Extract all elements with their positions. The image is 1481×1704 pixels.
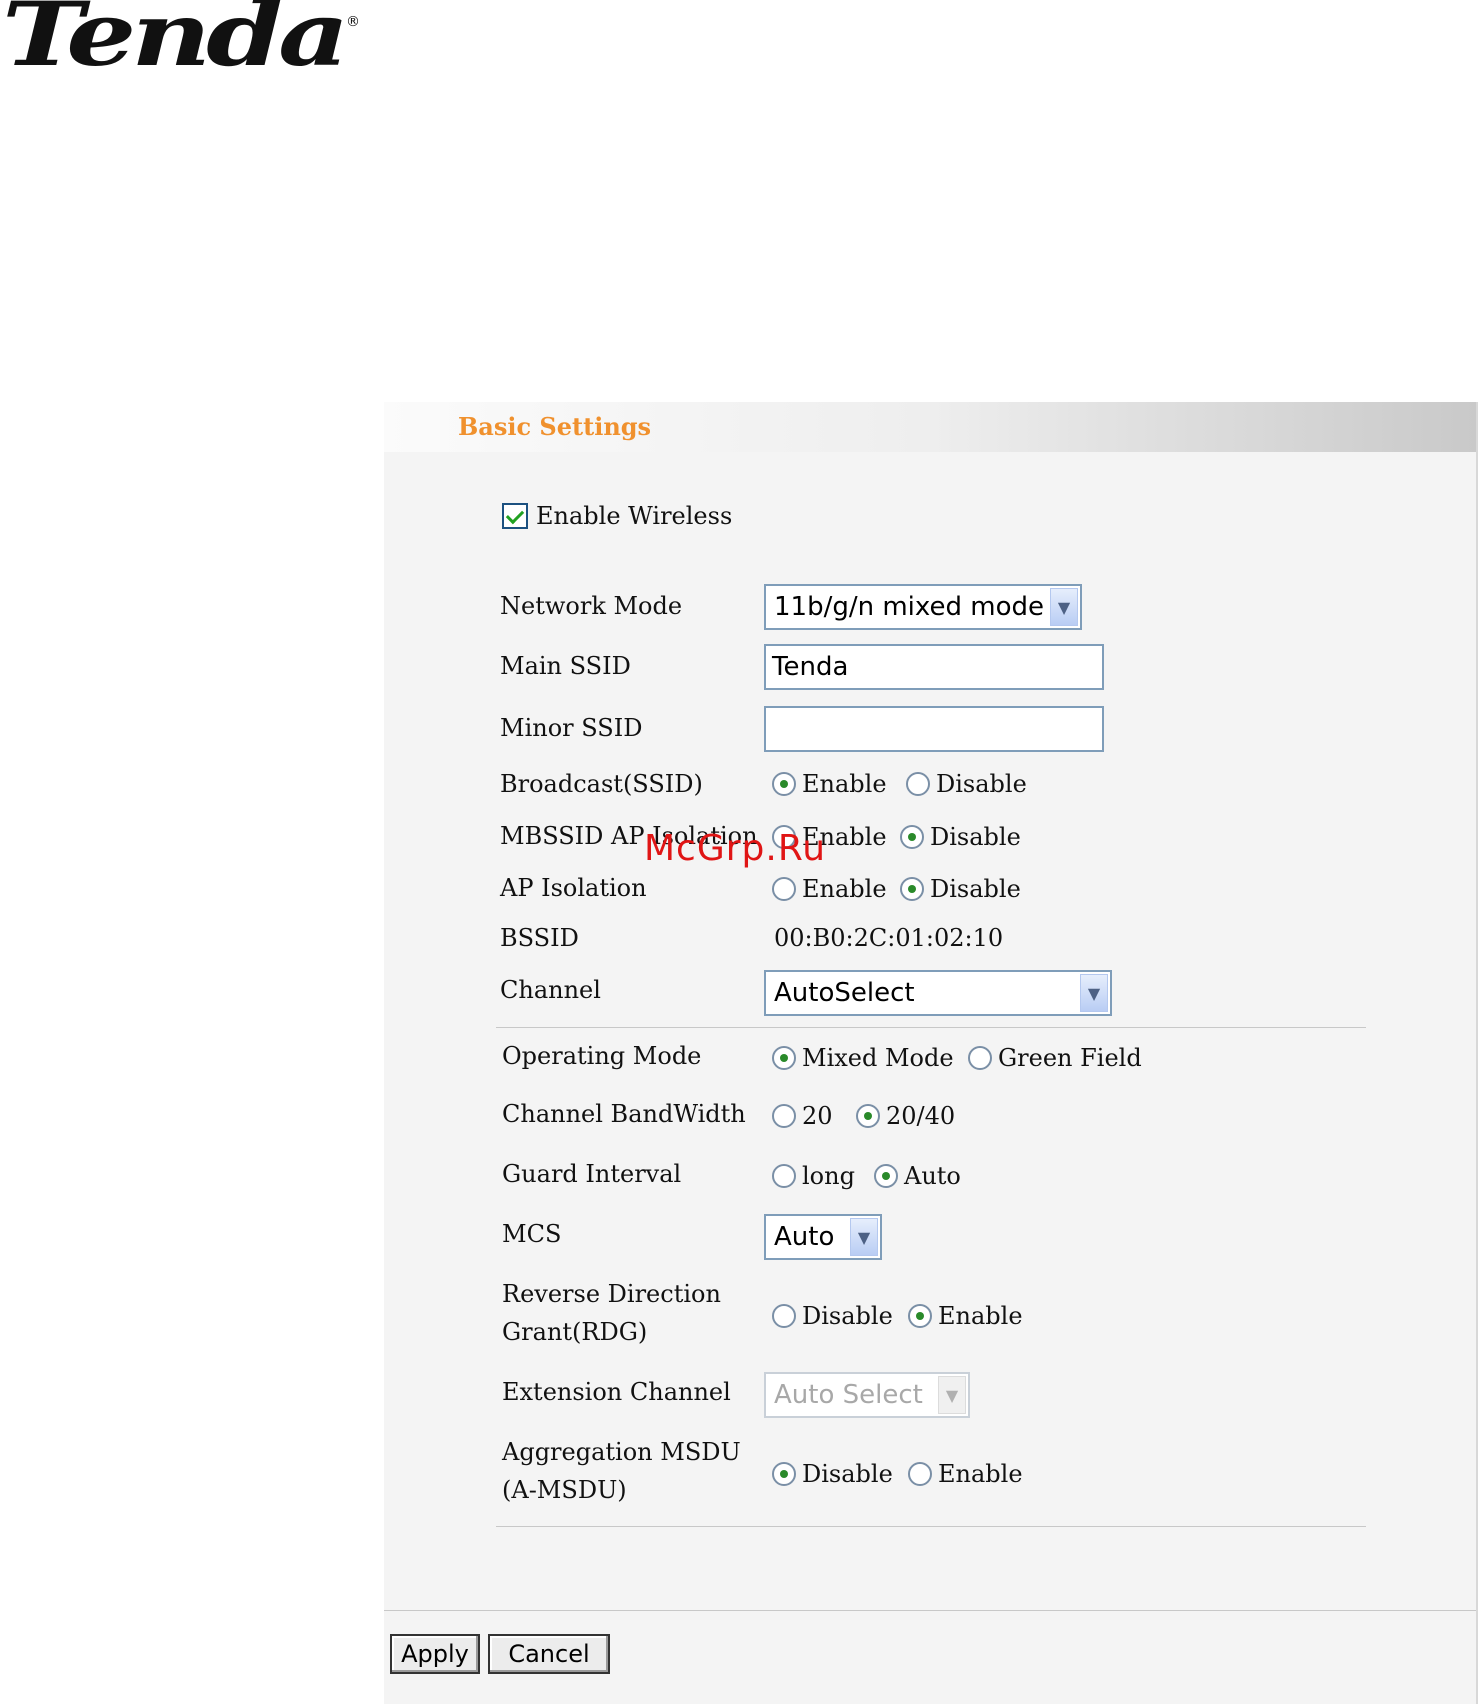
radio-unselected-icon[interactable] xyxy=(772,1304,796,1328)
option-label: Disable xyxy=(936,770,1027,798)
radio-unselected-icon[interactable] xyxy=(968,1046,992,1070)
chevron-down-icon: ▼ xyxy=(938,1376,966,1414)
option-label: long xyxy=(802,1162,855,1190)
bssid-value: 00:B0:2C:01:02:10 xyxy=(774,924,1004,952)
channel-label: Channel xyxy=(500,976,601,1004)
amsdu-enable-option[interactable]: Enable xyxy=(908,1460,1023,1488)
radio-unselected-icon[interactable] xyxy=(772,1104,796,1128)
channel-select[interactable]: AutoSelect ▼ xyxy=(764,970,1112,1016)
option-label: Enable xyxy=(938,1460,1023,1488)
main-ssid-input[interactable]: Tenda xyxy=(764,644,1104,690)
footer-divider xyxy=(384,1610,1476,1611)
radio-selected-icon[interactable] xyxy=(900,825,924,849)
option-label: Mixed Mode xyxy=(802,1044,954,1072)
amsdu-disable-option[interactable]: Disable xyxy=(772,1460,893,1488)
radio-selected-icon[interactable] xyxy=(772,1046,796,1070)
ap-isolation-label: AP Isolation xyxy=(500,874,647,902)
logo-text: Tenda xyxy=(2,0,349,86)
panel-title: Basic Settings xyxy=(458,412,652,441)
rdg-enable-option[interactable]: Enable xyxy=(908,1302,1023,1330)
option-label: Green Field xyxy=(998,1044,1142,1072)
radio-unselected-icon[interactable] xyxy=(772,1164,796,1188)
radio-unselected-icon[interactable] xyxy=(772,877,796,901)
option-label: Disable xyxy=(930,823,1021,851)
enable-wireless-checkbox[interactable]: Enable Wireless xyxy=(502,502,732,530)
ap-isolation-enable-option[interactable]: Enable xyxy=(772,875,887,903)
minor-ssid-input[interactable] xyxy=(764,706,1104,752)
mcs-select[interactable]: Auto ▼ xyxy=(764,1214,882,1260)
watermark: McGrp.Ru xyxy=(644,828,827,869)
broadcast-ssid-enable-option[interactable]: Enable xyxy=(772,770,887,798)
apply-button[interactable]: Apply xyxy=(390,1634,480,1674)
checkbox-checked-icon[interactable] xyxy=(502,503,528,529)
radio-selected-icon[interactable] xyxy=(772,1462,796,1486)
bssid-label: BSSID xyxy=(500,924,579,952)
radio-selected-icon[interactable] xyxy=(900,877,924,901)
broadcast-ssid-label: Broadcast(SSID) xyxy=(500,770,703,798)
option-label: Disable xyxy=(930,875,1021,903)
bandwidth-20-40-option[interactable]: 20/40 xyxy=(856,1102,955,1130)
option-label: Auto xyxy=(904,1162,961,1190)
broadcast-ssid-disable-option[interactable]: Disable xyxy=(906,770,1027,798)
extension-channel-label: Extension Channel xyxy=(502,1378,731,1406)
rdg-label-line1: Reverse Direction xyxy=(502,1280,721,1308)
radio-selected-icon[interactable] xyxy=(856,1104,880,1128)
channel-value: AutoSelect xyxy=(774,978,915,1008)
chevron-down-icon[interactable]: ▼ xyxy=(1080,974,1108,1012)
rdg-disable-option[interactable]: Disable xyxy=(772,1302,893,1330)
chevron-down-icon[interactable]: ▼ xyxy=(1050,588,1078,626)
option-label: 20/40 xyxy=(886,1102,956,1130)
registered-mark: ® xyxy=(346,14,360,30)
amsdu-label-line2: (A-MSDU) xyxy=(502,1476,627,1504)
guard-interval-auto-option[interactable]: Auto xyxy=(874,1162,961,1190)
ap-isolation-disable-option[interactable]: Disable xyxy=(900,875,1021,903)
option-label: Disable xyxy=(802,1302,893,1330)
option-label: Enable xyxy=(802,770,887,798)
cancel-button[interactable]: Cancel xyxy=(488,1634,610,1674)
rdg-label-line2: Grant(RDG) xyxy=(502,1318,648,1346)
radio-selected-icon[interactable] xyxy=(772,772,796,796)
mcs-label: MCS xyxy=(502,1220,562,1248)
minor-ssid-label: Minor SSID xyxy=(500,714,643,742)
panel-header: Basic Settings xyxy=(384,402,1476,452)
radio-unselected-icon[interactable] xyxy=(906,772,930,796)
channel-bandwidth-label: Channel BandWidth xyxy=(502,1100,746,1128)
extension-channel-select: Auto Select ▼ xyxy=(764,1372,970,1418)
radio-unselected-icon[interactable] xyxy=(908,1462,932,1486)
basic-settings-panel: Basic Settings Enable Wireless Network M… xyxy=(384,402,1478,1704)
radio-selected-icon[interactable] xyxy=(874,1164,898,1188)
guard-interval-long-option[interactable]: long xyxy=(772,1162,855,1190)
operating-mode-label: Operating Mode xyxy=(502,1042,702,1070)
mcs-value: Auto xyxy=(774,1222,835,1252)
operating-mixed-mode-option[interactable]: Mixed Mode xyxy=(772,1044,954,1072)
option-label: Disable xyxy=(802,1460,893,1488)
tenda-logo: Tenda ® xyxy=(0,0,360,80)
section-divider xyxy=(496,1027,1366,1028)
option-label: 20 xyxy=(802,1102,833,1130)
main-ssid-label: Main SSID xyxy=(500,652,631,680)
bandwidth-20-option[interactable]: 20 xyxy=(772,1102,833,1130)
option-label: Enable xyxy=(938,1302,1023,1330)
operating-green-field-option[interactable]: Green Field xyxy=(968,1044,1142,1072)
amsdu-label-line1: Aggregation MSDU xyxy=(502,1438,741,1466)
network-mode-label: Network Mode xyxy=(500,592,683,620)
enable-wireless-label: Enable Wireless xyxy=(536,502,733,530)
mbssid-disable-option[interactable]: Disable xyxy=(900,823,1021,851)
extension-channel-value: Auto Select xyxy=(774,1380,923,1410)
section-divider xyxy=(496,1526,1366,1527)
network-mode-select[interactable]: 11b/g/n mixed mode ▼ xyxy=(764,584,1082,630)
network-mode-value: 11b/g/n mixed mode xyxy=(774,592,1044,622)
guard-interval-label: Guard Interval xyxy=(502,1160,682,1188)
radio-selected-icon[interactable] xyxy=(908,1304,932,1328)
chevron-down-icon[interactable]: ▼ xyxy=(850,1218,878,1256)
option-label: Enable xyxy=(802,875,887,903)
